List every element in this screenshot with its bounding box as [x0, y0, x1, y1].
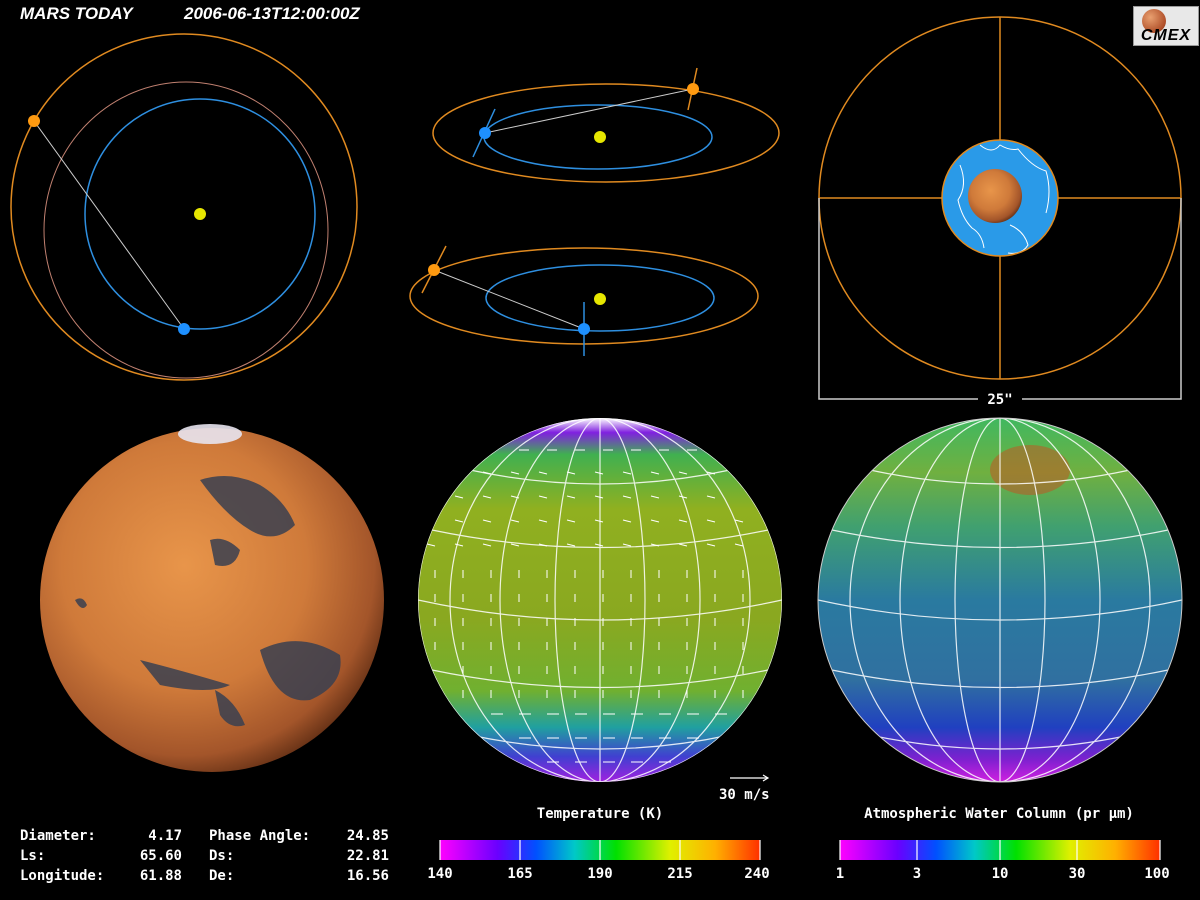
ls-value: 65.60 [139, 848, 182, 864]
orbit-view-top [10, 33, 358, 381]
temperature-tick-label: 190 [587, 866, 613, 882]
temperature-tick-label: 140 [427, 866, 453, 882]
water-tick-label: 30 [1068, 866, 1086, 882]
longitude-label: Longitude: [20, 868, 105, 884]
orbit-view-side-1 [432, 67, 780, 183]
mars-marker [28, 115, 40, 127]
ds-value: 22.81 [346, 848, 389, 864]
temperature-tick-label: 240 [744, 866, 770, 882]
scene: 25" [10, 16, 1183, 860]
diameter-label: Diameter: [20, 828, 96, 844]
ls-label: Ls: [20, 848, 46, 864]
sun-marker [594, 131, 606, 143]
earth-marker [178, 323, 190, 335]
water-tick-label: 100 [1144, 866, 1170, 882]
timestamp: 2006-06-13T12:00:00Z [184, 4, 360, 23]
angular-scale-label: 25" [987, 392, 1012, 408]
de-value: 16.56 [346, 868, 389, 884]
app-title: MARS TODAY [20, 4, 133, 23]
mars-globe [40, 424, 384, 772]
diameter-value: 4.17 [148, 828, 182, 844]
water-tick-label: 1 [835, 866, 845, 882]
longitude-value: 61.88 [139, 868, 182, 884]
mars-marker [428, 264, 440, 276]
sun-marker [194, 208, 206, 220]
water-tick-label: 10 [991, 866, 1009, 882]
phase-angle-label: Phase Angle: [209, 828, 311, 844]
temperature-tick-label: 165 [507, 866, 533, 882]
temperature-tick-label: 215 [667, 866, 693, 882]
earth-mars-line [33, 120, 185, 330]
cmex-logo: CMEX [1133, 6, 1199, 46]
earth-marker [578, 323, 590, 335]
mars-disk [968, 169, 1022, 223]
temperature-scale-title: Temperature (K) [536, 806, 664, 822]
sky-view [818, 16, 1182, 400]
phase-angle-value: 24.85 [346, 828, 389, 844]
orbit-view-side-2 [409, 245, 759, 356]
water-globe [817, 417, 1183, 783]
wind-scale-label: 30 m/s [719, 787, 770, 803]
polar-cap [178, 424, 242, 444]
temperature-globe [418, 418, 782, 782]
earth-marker [479, 127, 491, 139]
sun-marker [594, 293, 606, 305]
logo-text: CMEX [1140, 27, 1192, 44]
water-scale-title: Atmospheric Water Column (pr µm) [864, 806, 1134, 822]
water-tick-label: 3 [912, 866, 922, 882]
ds-label: Ds: [209, 848, 235, 864]
mars-marker [687, 83, 699, 95]
de-label: De: [209, 868, 235, 884]
